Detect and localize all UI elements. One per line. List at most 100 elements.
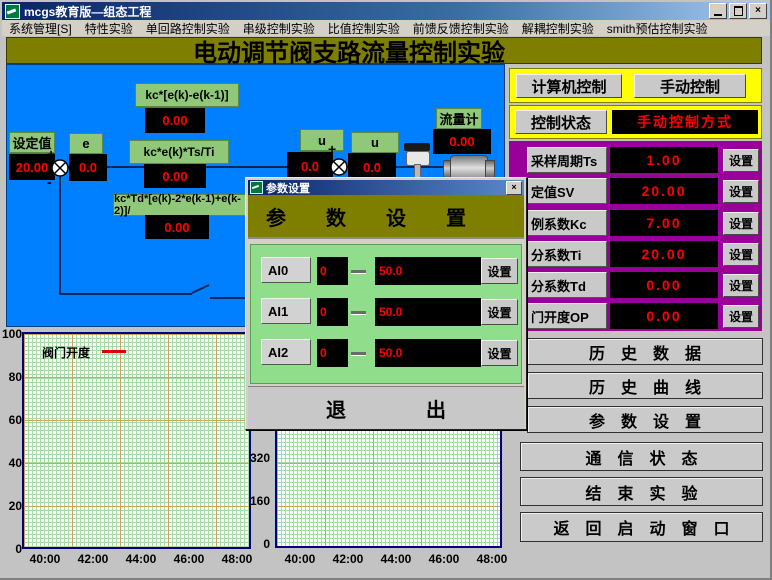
param-set-button-ts[interactable]: 设置: [723, 149, 759, 172]
ai2-set-button[interactable]: 设置: [481, 340, 518, 366]
pump-cap-icon: [485, 160, 495, 178]
u1-label: u: [300, 129, 344, 151]
param-set-button-sv[interactable]: 设置: [723, 180, 759, 203]
ai2-high-value: 50.0: [375, 339, 481, 367]
manual-control-button[interactable]: 手动控制: [634, 74, 746, 98]
param-label-ts: 采样周期Ts: [527, 147, 607, 173]
param-label-sv: 定值SV: [527, 178, 607, 204]
param-set-button-td[interactable]: 设置: [723, 274, 759, 297]
param-label-op: 门开度OP: [527, 303, 607, 329]
dialog-close-icon: ×: [511, 183, 516, 192]
right-x-tick: 40:00: [280, 552, 320, 566]
ai0-set-button[interactable]: 设置: [481, 258, 518, 284]
parameter-panel: 采样周期Ts 1.00 设置 定值SV 20.00 设置 例系数Kc 7.00 …: [509, 141, 762, 331]
menu-smith[interactable]: smith预估控制实验: [607, 20, 708, 37]
minimize-button[interactable]: [709, 3, 727, 19]
dialog-header: 参 数 设 置: [248, 195, 524, 239]
ai0-label: AI0: [261, 257, 311, 283]
param-label-kc: 例系数Kc: [527, 210, 607, 236]
param-set-button-op[interactable]: 设置: [723, 305, 759, 328]
dialog-close-button[interactable]: ×: [506, 181, 522, 195]
error-label: e: [69, 133, 103, 154]
right-y-tick: 160: [248, 494, 270, 508]
left-y-tick: 80: [0, 370, 22, 384]
left-x-tick: 46:00: [169, 552, 209, 566]
left-y-tick: 40: [0, 456, 22, 470]
end-experiment-button[interactable]: 结 束 实 验: [520, 477, 763, 506]
ai0-low-value: 0: [317, 257, 348, 285]
close-icon: ×: [755, 6, 761, 16]
left-chart-legend-line: [102, 350, 126, 353]
ai1-label: AI1: [261, 298, 311, 324]
ai1-range-dash: [351, 311, 366, 314]
minus-sign-1: -: [47, 175, 52, 189]
communication-status-button[interactable]: 通 信 状 态: [520, 442, 763, 471]
feedback-line-vertical: [59, 175, 61, 295]
sum-junction-1-icon: [51, 159, 69, 177]
window-titlebar[interactable]: mcgs教育版—组态工程 ×: [2, 2, 770, 20]
restore-icon: [734, 6, 743, 16]
control-status-label: 控制状态: [515, 110, 607, 134]
ai0-high-value: 50.0: [375, 257, 481, 285]
param-set-button-kc[interactable]: 设置: [723, 212, 759, 235]
computer-control-button[interactable]: 计算机控制: [516, 74, 622, 98]
history-curve-button[interactable]: 历 史 曲 线: [527, 372, 763, 399]
param-label-ti: 分系数Ti: [527, 241, 607, 267]
parameter-dialog: 参数设置 × 参 数 设 置 AI0 0 50.0 设置 AI1 0 50.0 …: [245, 177, 527, 430]
control-status-value: 手动控制方式: [612, 110, 758, 134]
sum-junction-2-icon: [330, 158, 348, 176]
left-x-tick: 48:00: [217, 552, 257, 566]
right-x-tick: 46:00: [424, 552, 464, 566]
left-y-tick: 60: [0, 413, 22, 427]
ai2-low-value: 0: [317, 339, 348, 367]
restore-button[interactable]: [729, 3, 747, 19]
u2-label: u: [351, 132, 399, 153]
flowmeter-value: 0.00: [433, 129, 491, 154]
history-data-button[interactable]: 历 史 数 据: [527, 338, 763, 365]
dialog-body: AI0 0 50.0 设置 AI1 0 50.0 设置 AI2 0 50.0 设…: [250, 244, 522, 384]
right-x-tick: 48:00: [472, 552, 512, 566]
param-value-ts: 1.00: [610, 147, 718, 173]
dialog-exit-button[interactable]: 退 出: [248, 386, 524, 429]
right-x-tick: 42:00: [328, 552, 368, 566]
ai2-label: AI2: [261, 339, 311, 365]
right-y-tick: 320: [248, 451, 270, 465]
param-label-td: 分系数Td: [527, 272, 607, 298]
pid-int-block-value: 0.00: [144, 164, 206, 188]
menu-decoupling[interactable]: 解耦控制实验: [522, 20, 594, 37]
pid-diff-block-value: 0.00: [145, 108, 205, 133]
ai1-set-button[interactable]: 设置: [481, 299, 518, 325]
left-y-tick: 100: [0, 327, 22, 341]
pid-deriv-block-label: kc*Td*[e(k)-2*e(k-1)+e(k-2)]/: [113, 194, 255, 216]
param-value-ti: 20.00: [610, 241, 718, 267]
parameter-setting-button[interactable]: 参 数 设 置: [527, 406, 763, 433]
menu-system[interactable]: 系统管理[S]: [9, 20, 72, 37]
right-x-tick: 44:00: [376, 552, 416, 566]
left-x-tick: 40:00: [25, 552, 65, 566]
dialog-app-icon: [250, 181, 263, 194]
menu-characteristic[interactable]: 特性实验: [85, 20, 133, 37]
param-set-button-ti[interactable]: 设置: [723, 243, 759, 266]
feedback-switch: [191, 284, 209, 294]
left-x-tick: 42:00: [73, 552, 113, 566]
param-value-sv: 20.00: [610, 178, 718, 204]
left-chart-legend-label: 阀门开度: [42, 344, 90, 361]
return-start-window-button[interactable]: 返 回 启 动 窗 口: [520, 512, 763, 542]
dialog-title: 参数设置: [266, 180, 310, 196]
u1-value: 0.0: [287, 152, 333, 180]
left-x-tick: 44:00: [121, 552, 161, 566]
flowmeter-label: 流量计: [436, 108, 482, 129]
pid-diff-block-label: kc*[e(k)-e(k-1)]: [135, 83, 239, 107]
minimize-icon: [714, 14, 722, 16]
pid-deriv-block-value: 0.00: [145, 215, 209, 239]
param-value-kc: 7.00: [610, 210, 718, 236]
ai0-range-dash: [351, 270, 366, 273]
close-button[interactable]: ×: [749, 3, 767, 19]
mcgs-app-icon: [5, 4, 20, 19]
dialog-titlebar[interactable]: 参数设置 ×: [248, 180, 524, 195]
plus-sign-2: +: [328, 142, 336, 156]
page-title: 电动调节阀支路流量控制实验: [6, 37, 762, 64]
feedback-line-horizontal: [59, 293, 192, 295]
valve-opening-trend-chart: [22, 332, 251, 549]
ai1-low-value: 0: [317, 298, 348, 326]
